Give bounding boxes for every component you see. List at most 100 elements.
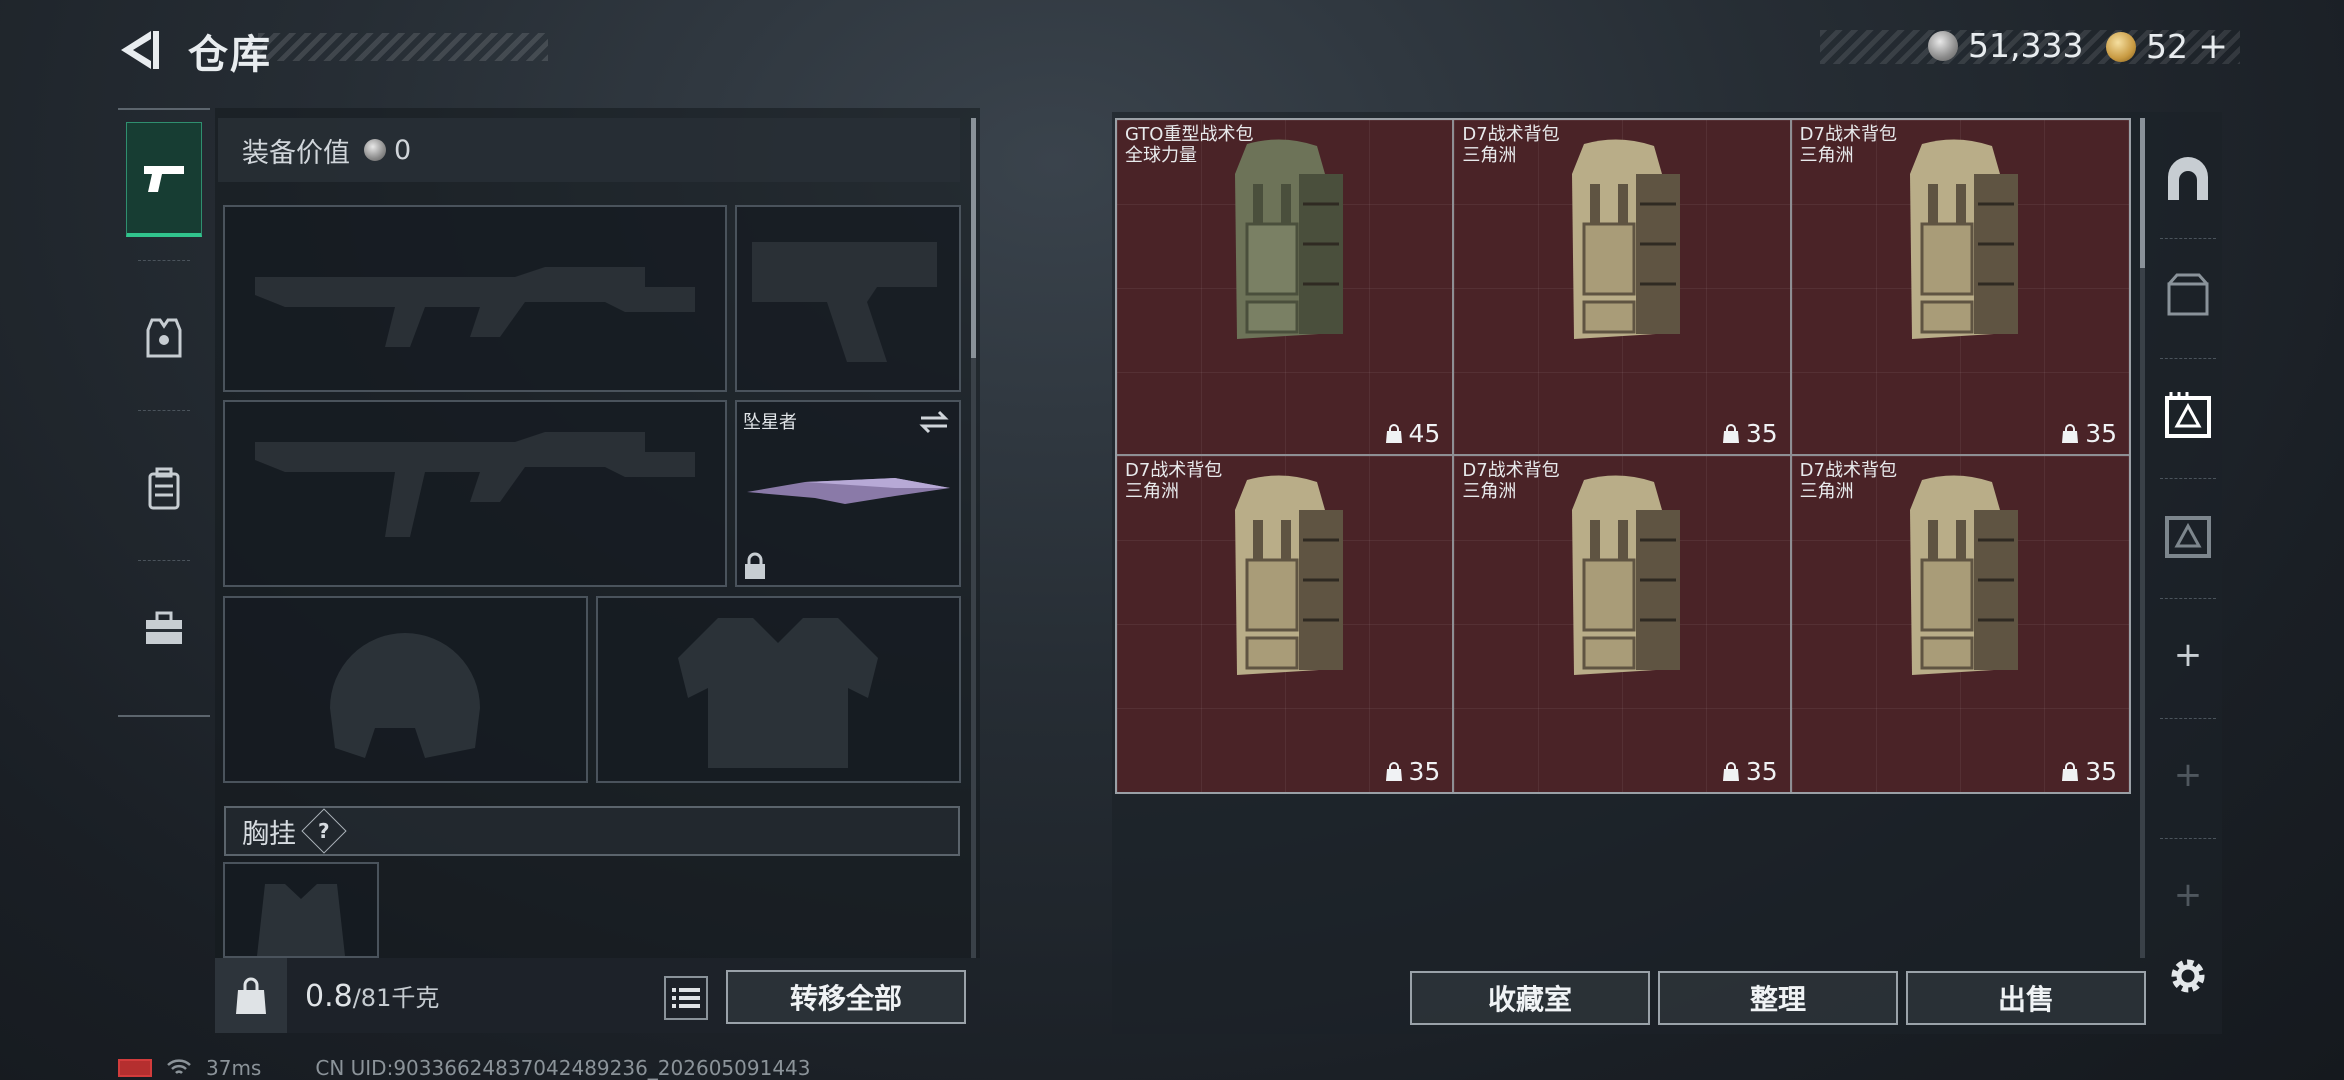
add-storage-button-locked[interactable]: +: [2152, 855, 2224, 935]
chest-rig-slot[interactable]: [223, 862, 379, 958]
item-capacity: 35: [2061, 757, 2117, 786]
silver-coin-icon: [364, 139, 386, 161]
rifle-silhouette-icon: [255, 432, 695, 537]
inventory-scrollbar-thumb[interactable]: [2140, 118, 2145, 268]
supply-box-icon: [2165, 516, 2211, 558]
item-capacity-value: 45: [1408, 419, 1441, 448]
item-subtitle: 三角洲: [1462, 145, 1517, 166]
helmet-slot[interactable]: [223, 596, 588, 783]
list-view-button[interactable]: [664, 976, 708, 1020]
melee-slot[interactable]: 坠星者: [735, 400, 961, 587]
add-storage-button[interactable]: +: [2152, 615, 2224, 695]
item-subtitle: 三角洲: [1799, 481, 1854, 502]
item-name-block: GTO重型战术包 全球力量: [1125, 124, 1253, 166]
inventory-item[interactable]: D7战术背包 三角洲 35: [1791, 456, 2129, 792]
inventory-item[interactable]: D7战术背包 三角洲 35: [1454, 456, 1792, 792]
knife-icon: [747, 478, 950, 504]
item-name: GTO重型战术包: [1125, 124, 1254, 145]
item-capacity: 45: [1385, 419, 1441, 448]
category-backpack[interactable]: [126, 430, 202, 545]
item-capacity: 35: [1722, 757, 1778, 786]
item-name-block: D7战术背包 三角洲: [1462, 460, 1559, 502]
wifi-icon: [167, 1059, 191, 1074]
item-capacity: 35: [1722, 419, 1778, 448]
capacity-bag-icon: [1722, 761, 1739, 781]
silver-amount: 51,333: [1968, 26, 2084, 65]
item-capacity: 35: [2061, 419, 2117, 448]
gold-amount: 52: [2146, 27, 2188, 66]
supply-box-icon: [2165, 392, 2211, 438]
item-capacity-value: 35: [1408, 757, 1441, 786]
item-name: D7战术背包: [1125, 460, 1223, 481]
weight-lock-button[interactable]: [215, 958, 287, 1033]
secondary-weapon-slot[interactable]: [223, 400, 727, 587]
storage-tab-3[interactable]: [2152, 375, 2224, 455]
add-storage-button-locked[interactable]: +: [2152, 735, 2224, 815]
swap-icon[interactable]: [917, 408, 951, 436]
gold-currency[interactable]: 52 +: [2106, 26, 2228, 67]
capacity-bag-icon: [1385, 761, 1402, 781]
back-arrow-icon: [121, 31, 159, 69]
armor-slot[interactable]: [596, 596, 961, 783]
inventory-item[interactable]: D7战术背包 三角洲 35: [1117, 456, 1455, 792]
sidearm-slot[interactable]: [735, 205, 961, 392]
vest-silhouette-icon: [678, 618, 878, 768]
inventory-grid: GTO重型战术包 全球力量 45 D7战术背包 三角洲 35 D7战术背包 三角洲 35 D7战术…: [1115, 118, 2131, 794]
melee-name: 坠星者: [743, 412, 797, 433]
chest-rig-silhouette-icon: [257, 884, 345, 956]
silver-coin-icon: [1928, 30, 1958, 61]
item-capacity-value: 35: [2085, 419, 2117, 448]
uid-text: CN UID:90336624837042489236_202605091443: [315, 1056, 811, 1080]
crate-icon: [2167, 273, 2209, 316]
category-armor[interactable]: [126, 280, 202, 395]
capacity-bag-icon: [1722, 423, 1739, 443]
collection-room-button[interactable]: 收藏室: [1410, 971, 1650, 1025]
primary-weapon-slot[interactable]: [223, 205, 727, 392]
back-button[interactable]: [115, 25, 165, 75]
backpack-icon: [1235, 475, 1343, 675]
equipment-scrollbar-thumb[interactable]: [971, 118, 976, 358]
gold-plus-button[interactable]: +: [2198, 26, 2228, 67]
equipment-value-label: 装备价值: [242, 137, 350, 169]
backpack-icon: [1572, 139, 1681, 339]
backpack-icon: [148, 467, 180, 509]
rifle-silhouette-icon: [255, 267, 695, 347]
storage-tab-4[interactable]: [2152, 495, 2224, 575]
gold-coin-icon: [2106, 31, 2136, 62]
storage-tab-2[interactable]: [2152, 255, 2224, 335]
item-name: D7战术背包: [1462, 124, 1560, 145]
category-tools[interactable]: [126, 570, 202, 685]
storage-tab-1[interactable]: [2152, 140, 2224, 220]
vault-icon: [2168, 157, 2208, 200]
capacity-bag-icon: [1385, 423, 1402, 443]
item-capacity-value: 35: [2085, 757, 2117, 786]
capacity-bag-icon: [2062, 761, 2079, 781]
item-capacity-value: 35: [1745, 757, 1778, 786]
inventory-item[interactable]: GTO重型战术包 全球力量 45: [1117, 120, 1455, 456]
status-bar: 37ms CN UID:90336624837042489236_2026050…: [118, 1056, 811, 1080]
sell-button[interactable]: 出售: [1906, 971, 2146, 1025]
weight-max: /81千克: [352, 984, 440, 1012]
backpack-icon: [1909, 139, 2018, 339]
help-icon[interactable]: ?: [301, 808, 347, 854]
helmet-silhouette-icon: [330, 633, 480, 758]
battery-icon: [118, 1059, 152, 1077]
ping-value: 37ms: [206, 1056, 262, 1080]
lock-icon: [745, 552, 765, 579]
inventory-item[interactable]: D7战术背包 三角洲 35: [1454, 120, 1792, 456]
armor-vest-icon: [146, 318, 182, 357]
item-capacity-value: 35: [1745, 419, 1778, 448]
chest-rig-label: 胸挂: [242, 818, 296, 850]
title-decoration: [258, 33, 548, 61]
settings-button[interactable]: [2152, 936, 2224, 1016]
organize-button[interactable]: 整理: [1658, 971, 1898, 1025]
item-subtitle: 全球力量: [1125, 145, 1197, 166]
transfer-all-button[interactable]: 转移全部: [726, 970, 966, 1024]
item-subtitle: 三角洲: [1799, 145, 1854, 166]
item-name-block: D7战术背包 三角洲: [1462, 124, 1559, 166]
weight-icon: [236, 977, 266, 1014]
inventory-item[interactable]: D7战术背包 三角洲 35: [1791, 120, 2129, 456]
item-capacity: 35: [1385, 757, 1441, 786]
pistol-icon: [144, 166, 184, 192]
category-weapons[interactable]: [126, 122, 202, 237]
